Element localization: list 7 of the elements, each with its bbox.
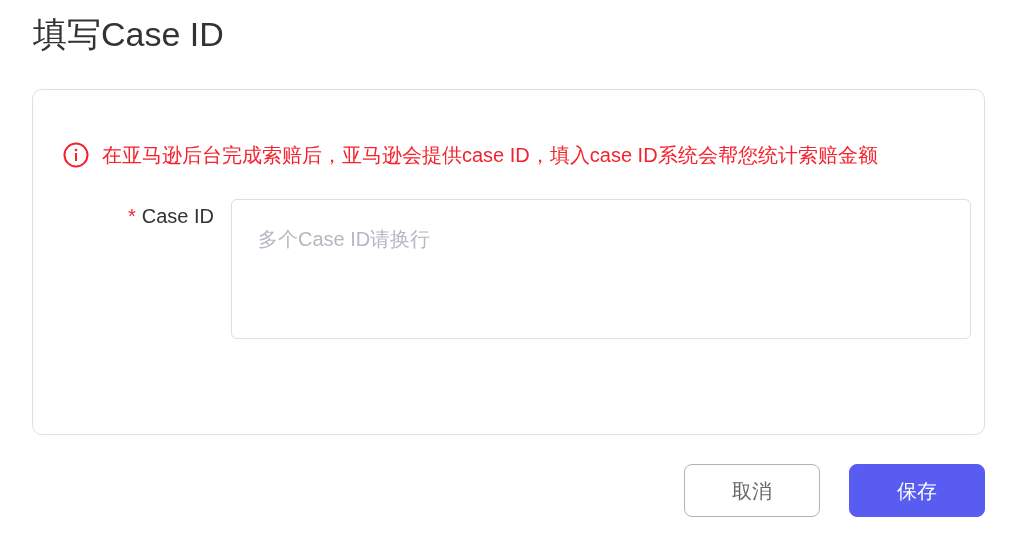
cancel-button[interactable]: 取消: [684, 464, 820, 517]
field-label: * Case ID: [126, 204, 215, 229]
dialog-title: 填写Case ID: [33, 14, 225, 55]
notice-text: 在亚马逊后台完成索赔后，亚马逊会提供case ID，填入case ID系统会帮您统计索赔金额: [102, 143, 878, 168]
case-id-field[interactable]: 多个Case ID请换行: [231, 199, 971, 339]
info-icon: [63, 142, 89, 168]
save-button[interactable]: 保存: [849, 464, 985, 517]
